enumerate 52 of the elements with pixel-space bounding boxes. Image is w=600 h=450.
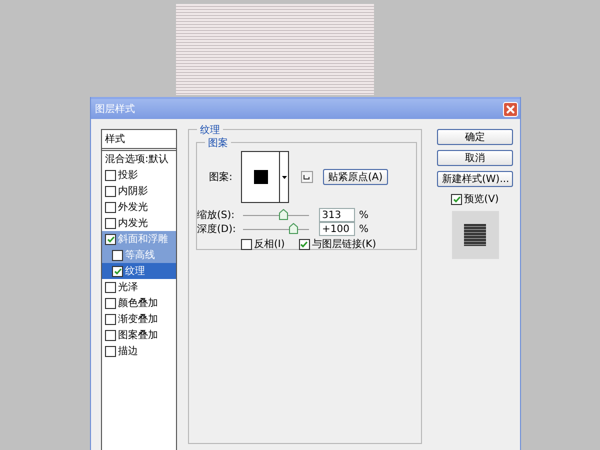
number-field[interactable]: +100	[319, 222, 355, 236]
checkbox[interactable]	[105, 298, 116, 308]
dialog-button[interactable]: 取消	[437, 150, 513, 166]
caret-icon	[282, 176, 286, 178]
checkbox[interactable]	[112, 250, 123, 260]
style-list-item[interactable]: 内阴影	[102, 183, 176, 199]
style-list-item[interactable]: 内发光	[102, 215, 176, 231]
checkbox[interactable]	[105, 186, 116, 196]
checkbox-label: 反相(I)	[254, 238, 285, 251]
snap-origin-button[interactable]: 贴紧原点(A)	[323, 169, 388, 185]
pattern-swatch-icon	[254, 170, 268, 184]
style-list-item[interactable]: 光泽	[102, 279, 176, 295]
checkbox[interactable]	[105, 330, 116, 340]
checkbox[interactable]	[105, 282, 116, 292]
checkbox[interactable]	[105, 170, 116, 180]
style-list-item[interactable]: 纹理	[102, 263, 176, 279]
style-list-item[interactable]: 图案叠加	[102, 327, 176, 343]
close-icon[interactable]	[503, 102, 518, 116]
field-label: 图案:	[209, 170, 234, 184]
style-list-item[interactable]: 混合选项:默认	[102, 151, 176, 167]
style-list-item[interactable]: 渐变叠加	[102, 311, 176, 327]
unit-label: %	[359, 224, 369, 234]
style-list-item[interactable]: 外发光	[102, 199, 176, 215]
field-label: 深度(D):	[197, 222, 235, 236]
new-preset-icon[interactable]	[301, 171, 313, 183]
unit-label: %	[359, 210, 369, 220]
dialog-button[interactable]: 新建样式(W)...	[437, 171, 513, 187]
checkbox[interactable]	[105, 314, 116, 324]
style-list-item[interactable]: 描边	[102, 343, 176, 359]
checkbox-label: 与图层链接(K)	[312, 238, 376, 251]
number-field[interactable]: 313	[319, 208, 355, 222]
slider-thumb[interactable]	[279, 208, 288, 220]
checkbox[interactable]	[451, 194, 462, 204]
group-title: 图案	[205, 136, 231, 150]
field-label: 缩放(S):	[197, 208, 235, 222]
style-list-item[interactable]: 投影	[102, 167, 176, 183]
checkbox[interactable]	[298, 238, 310, 250]
checkbox[interactable]	[105, 218, 116, 228]
checkbox[interactable]	[105, 234, 116, 244]
window-title: 图层样式	[95, 102, 135, 116]
checkbox[interactable]	[105, 346, 116, 356]
checkbox[interactable]	[241, 238, 252, 250]
checkbox[interactable]	[112, 266, 123, 276]
list-header: 样式	[102, 130, 176, 151]
group-title: 纹理	[197, 123, 223, 137]
checkbox[interactable]	[105, 202, 116, 212]
striped-square-icon	[464, 224, 486, 246]
slider-thumb[interactable]	[289, 222, 298, 234]
checkbox-label: 预览(V)	[464, 193, 499, 206]
style-list-item[interactable]: 颜色叠加	[102, 295, 176, 311]
dialog-button[interactable]: 确定	[437, 129, 513, 145]
pattern-picker[interactable]	[241, 151, 289, 203]
